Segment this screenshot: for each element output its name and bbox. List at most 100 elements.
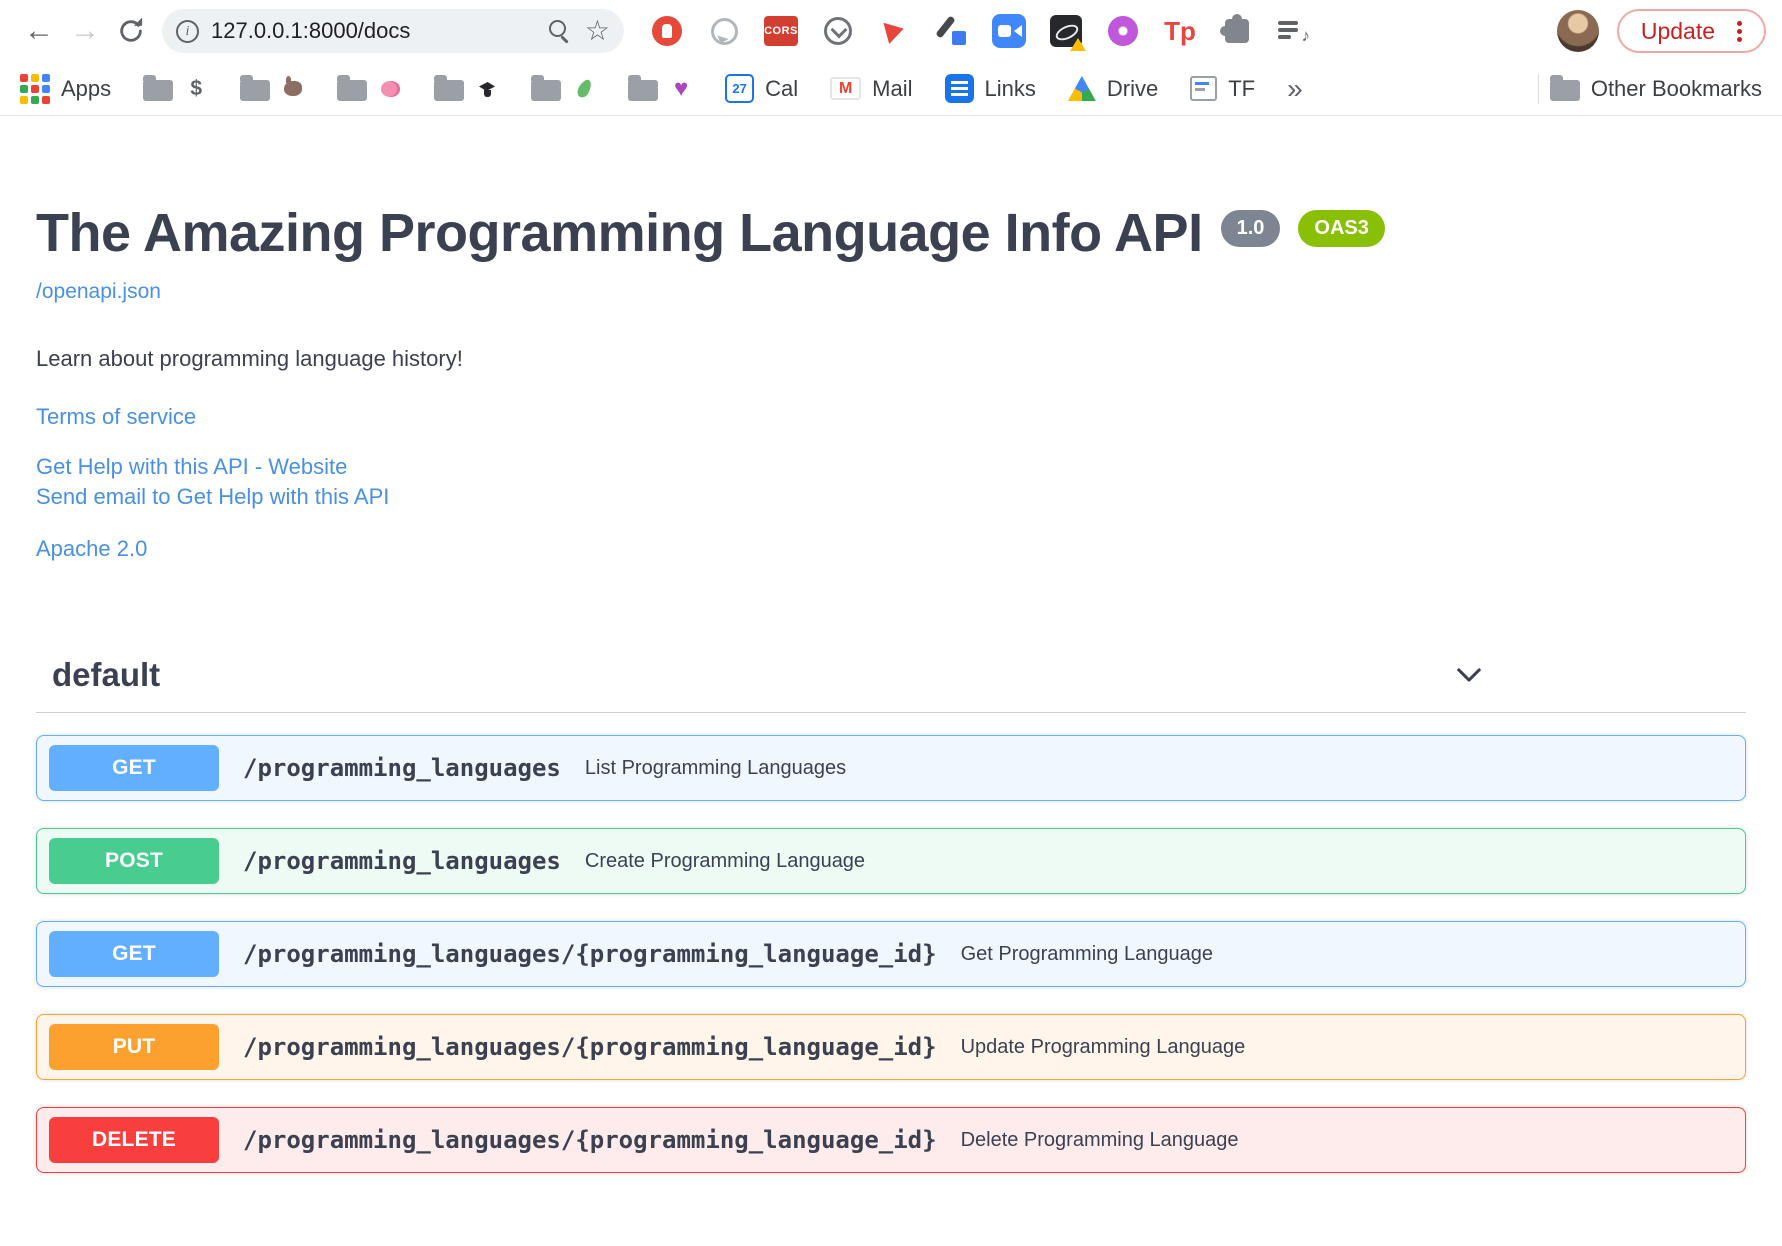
section-collapse-button[interactable] (1452, 658, 1486, 692)
extensions-row: CORS Tp ♪ (650, 14, 1311, 51)
folder-icon (531, 75, 562, 101)
email-help-link[interactable]: Send email to Get Help with this API (36, 482, 1746, 512)
bookmark-calendar[interactable]: 27 Cal (725, 74, 798, 103)
color-picker-pen-icon[interactable] (935, 14, 969, 48)
playlist-icon[interactable]: ♪ (1277, 14, 1311, 48)
apps-grid-icon (20, 73, 50, 104)
method-badge: POST (49, 838, 219, 884)
operation-get-one[interactable]: GET /programming_languages/{programming_… (36, 921, 1746, 987)
video-camera-icon[interactable] (992, 14, 1026, 48)
api-info-block: The Amazing Programming Language Info AP… (36, 202, 1746, 562)
flower-extension-icon[interactable] (1106, 14, 1140, 48)
operation-put-update[interactable]: PUT /programming_languages/{programming_… (36, 1014, 1746, 1080)
share-arrow-icon[interactable] (878, 14, 912, 48)
folder-icon (1549, 75, 1580, 101)
gmail-icon: M (830, 77, 862, 100)
chat-bubble-icon[interactable] (707, 14, 741, 48)
folder-icon (143, 75, 174, 101)
version-badge: 1.0 (1220, 210, 1281, 247)
calendar-label: Cal (765, 75, 799, 101)
operation-path: /programming_languages (243, 754, 561, 782)
bookmark-mail[interactable]: M Mail (830, 75, 913, 102)
site-info-icon[interactable] (176, 19, 199, 43)
operation-summary: List Programming Languages (584, 756, 847, 779)
openapi-spec-link[interactable]: /openapi.json (36, 280, 161, 304)
links-icon (944, 74, 974, 103)
back-icon: ← (24, 14, 54, 47)
toolbar-right-cluster: Update (1556, 9, 1766, 53)
cors-extension-icon[interactable]: CORS (764, 14, 798, 48)
oas3-badge: OAS3 (1298, 210, 1385, 247)
folder-icon (337, 75, 368, 101)
api-title-row: The Amazing Programming Language Info AP… (36, 202, 1746, 264)
reload-icon (120, 17, 143, 42)
bookmark-folder-heart[interactable]: ♥ (628, 74, 693, 102)
operation-summary: Get Programming Language (960, 942, 1213, 965)
operations-list: GET /programming_languages List Programm… (36, 735, 1746, 1173)
atom-extension-icon[interactable] (1049, 14, 1086, 51)
method-badge: DELETE (49, 1117, 219, 1163)
overflow-chevron-icon: » (1287, 72, 1303, 104)
method-badge: GET (49, 931, 219, 977)
terms-of-service-link[interactable]: Terms of service (36, 404, 1746, 430)
method-badge: PUT (49, 1024, 219, 1070)
bookmark-folder-brain[interactable] (337, 75, 402, 101)
operation-summary: Delete Programming Language (960, 1128, 1239, 1151)
operation-get-list[interactable]: GET /programming_languages List Programm… (36, 735, 1746, 801)
reload-button[interactable] (108, 8, 154, 54)
apps-shortcut[interactable]: Apps (20, 73, 112, 104)
operation-path: /programming_languages/{programming_lang… (243, 1033, 937, 1061)
default-tag-section: default GET /programming_languages List … (36, 656, 1746, 1173)
kebab-menu-icon[interactable] (1737, 28, 1742, 34)
folder-icon (240, 75, 271, 101)
drive-icon (1067, 76, 1096, 101)
brain-icon (378, 77, 402, 101)
browser-toolbar: ← → 127.0.0.1:8000/docs ☆ CORS Tp ♪ Upda… (0, 0, 1782, 62)
horse-icon (281, 76, 305, 101)
tf-doc-icon (1190, 76, 1218, 101)
tf-label: TF (1228, 75, 1256, 101)
bookmark-drive[interactable]: Drive (1067, 75, 1159, 102)
links-label: Links (984, 75, 1036, 101)
tp-extension-icon[interactable]: Tp (1163, 14, 1197, 48)
bookmark-links[interactable]: Links (944, 74, 1036, 103)
url-text[interactable]: 127.0.0.1:8000/docs (211, 18, 535, 44)
pocket-icon[interactable] (821, 14, 855, 48)
back-button[interactable]: ← (16, 8, 62, 54)
apps-label: Apps (61, 75, 112, 101)
update-button[interactable]: Update (1616, 9, 1766, 53)
profile-avatar[interactable] (1556, 10, 1599, 52)
bookmarks-bar: Apps $ ♥ 27 Cal M Mail Links Drive TF » … (0, 62, 1782, 116)
adblock-hand-icon[interactable] (650, 14, 684, 48)
drive-label: Drive (1106, 75, 1159, 101)
address-bar[interactable]: 127.0.0.1:8000/docs ☆ (162, 9, 624, 53)
extensions-puzzle-icon[interactable] (1220, 14, 1254, 48)
operation-post-create[interactable]: POST /programming_languages Create Progr… (36, 828, 1746, 894)
website-help-link[interactable]: Get Help with this API - Website (36, 452, 1746, 482)
license-link[interactable]: Apache 2.0 (36, 536, 1746, 562)
bookmark-folder-horse[interactable] (240, 75, 305, 101)
operation-delete[interactable]: DELETE /programming_languages/{programmi… (36, 1107, 1746, 1173)
contact-links: Get Help with this API - Website Send em… (36, 452, 1746, 512)
operation-path: /programming_languages (243, 847, 561, 875)
other-bookmarks[interactable]: Other Bookmarks (1537, 73, 1762, 104)
bookmarks-overflow-button[interactable]: » (1287, 73, 1303, 105)
bookmark-star-icon[interactable]: ☆ (585, 17, 610, 45)
bookmark-folder-graduation[interactable] (434, 75, 499, 101)
music-note-icon: ♪ (1301, 26, 1311, 45)
graduation-cap-icon (475, 77, 499, 101)
bookmark-folder-dollar[interactable]: $ (143, 75, 208, 101)
bookmarks-separator (1537, 73, 1539, 104)
api-description: Learn about programming language history… (36, 346, 463, 371)
zoom-icon[interactable] (547, 18, 573, 44)
folder-icon (434, 75, 465, 101)
purple-heart-icon: ♥ (674, 74, 689, 102)
forward-icon: → (70, 14, 100, 47)
section-default-header[interactable]: default (36, 656, 1746, 713)
chevron-down-icon (1457, 668, 1481, 682)
operation-path: /programming_languages/{programming_lang… (243, 940, 937, 968)
mail-label: Mail (872, 75, 913, 101)
bookmark-tf[interactable]: TF (1190, 76, 1255, 102)
bookmark-folder-herb[interactable] (531, 75, 596, 101)
forward-button[interactable]: → (62, 8, 108, 54)
